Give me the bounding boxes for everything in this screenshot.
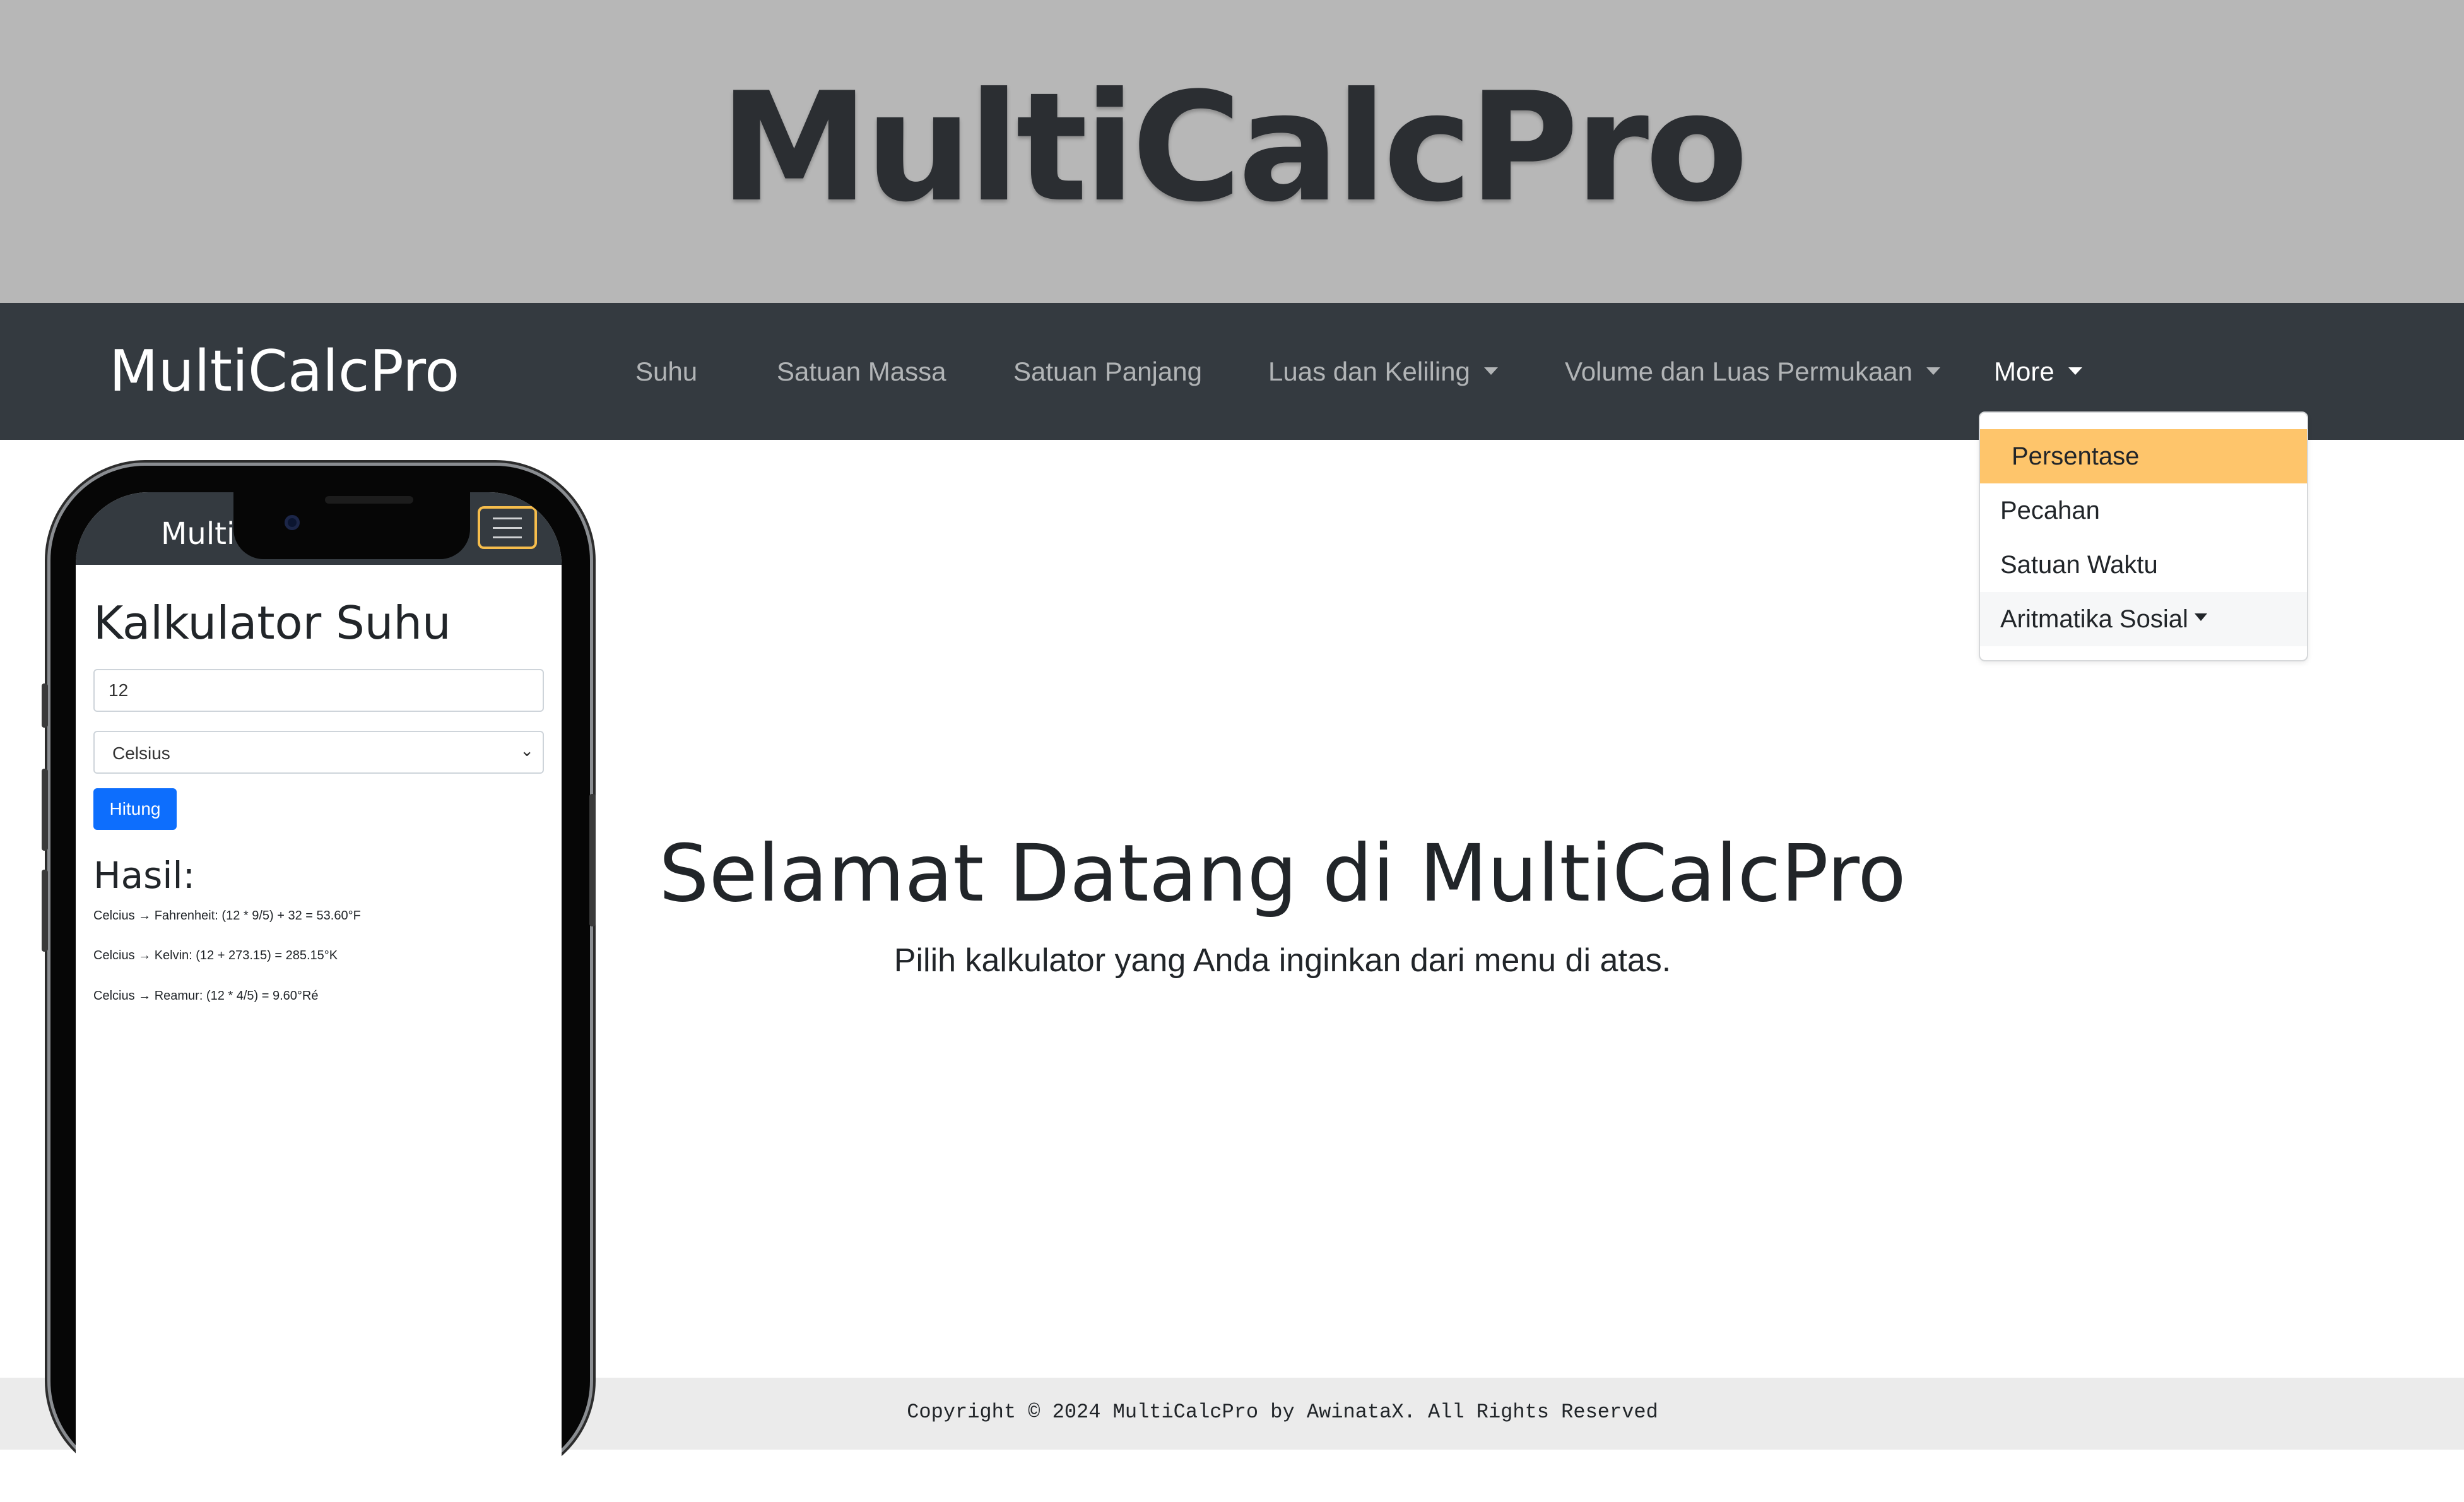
dropdown-item-label: Aritmatika Sosial	[2000, 605, 2188, 633]
phone-speaker	[325, 496, 413, 504]
dropdown-item-satuan-waktu[interactable]: Satuan Waktu	[1980, 538, 2307, 592]
hamburger-menu-icon[interactable]	[478, 506, 537, 549]
result-line: Celcius → Fahrenheit: (12 * 9/5) + 32 = …	[93, 909, 361, 923]
dropdown-item-aritmatika-sosial[interactable]: Aritmatika Sosial	[1980, 592, 2307, 646]
nav-item-label: Volume dan Luas Permukaan	[1565, 357, 1913, 386]
result-line: Celcius → Kelvin: (12 + 273.15) = 285.15…	[93, 949, 338, 962]
header-banner: MultiCalcPro	[0, 0, 2464, 303]
caret-down-icon	[2068, 367, 2082, 375]
nav-item-label: Suhu	[635, 357, 698, 386]
nav-item-label: Satuan Massa	[777, 357, 946, 386]
unit-select-value: Celsius	[112, 743, 170, 763]
calculator-heading: Kalkulator Suhu	[93, 596, 451, 649]
dropdown-item-label: Pecahan	[2000, 497, 2100, 524]
nav-item-label: Luas dan Keliling	[1268, 357, 1470, 386]
nav-item-label: Satuan Panjang	[1013, 357, 1202, 386]
dropdown-item-label: Satuan Waktu	[2000, 551, 2158, 579]
nav-item-label: More	[1994, 357, 2054, 386]
nav-item-volume-dan-luas-permukaan[interactable]: Volume dan Luas Permukaan	[1565, 356, 1941, 387]
temperature-input[interactable]: 12	[93, 669, 544, 712]
phone-side-button	[42, 683, 48, 728]
phone-side-button	[42, 769, 48, 851]
phone-side-button	[589, 794, 596, 926]
phone-side-button	[42, 870, 48, 952]
nav-item-satuan-panjang[interactable]: Satuan Panjang	[1013, 356, 1202, 387]
dropdown-item-persentase[interactable]: Persentase	[1980, 429, 2307, 483]
camera-icon	[285, 515, 300, 530]
dropdown-item-label: Persentase	[2012, 442, 2140, 470]
more-dropdown-menu: Persentase Pecahan Satuan Waktu Aritmati…	[1979, 411, 2308, 661]
nav-item-satuan-massa[interactable]: Satuan Massa	[777, 356, 946, 387]
caret-down-icon	[2194, 613, 2207, 622]
result-heading: Hasil:	[93, 854, 196, 897]
nav-item-more[interactable]: More	[1994, 356, 2082, 387]
nav-item-luas-dan-keliling[interactable]: Luas dan Keliling	[1268, 356, 1498, 387]
nav-item-suhu[interactable]: Suhu	[635, 356, 697, 387]
dropdown-item-pecahan[interactable]: Pecahan	[1980, 483, 2307, 538]
hitung-button[interactable]: Hitung	[93, 788, 177, 830]
unit-select[interactable]: Celsius ⌄	[93, 731, 544, 774]
phone-mockup: MultiCalcPro Kalkulator Suhu 12 Celsius …	[42, 466, 596, 1502]
result-line: Celcius → Reamur: (12 * 4/5) = 9.60°Ré	[93, 989, 319, 1003]
phone-screen: MultiCalcPro Kalkulator Suhu 12 Celsius …	[76, 492, 562, 1502]
banner-title: MultiCalcPro	[719, 61, 1748, 235]
chevron-down-icon: ⌄	[520, 741, 534, 760]
caret-down-icon	[1926, 367, 1941, 375]
navbar-brand[interactable]: MultiCalcPro	[109, 334, 459, 408]
caret-down-icon	[1483, 367, 1498, 375]
